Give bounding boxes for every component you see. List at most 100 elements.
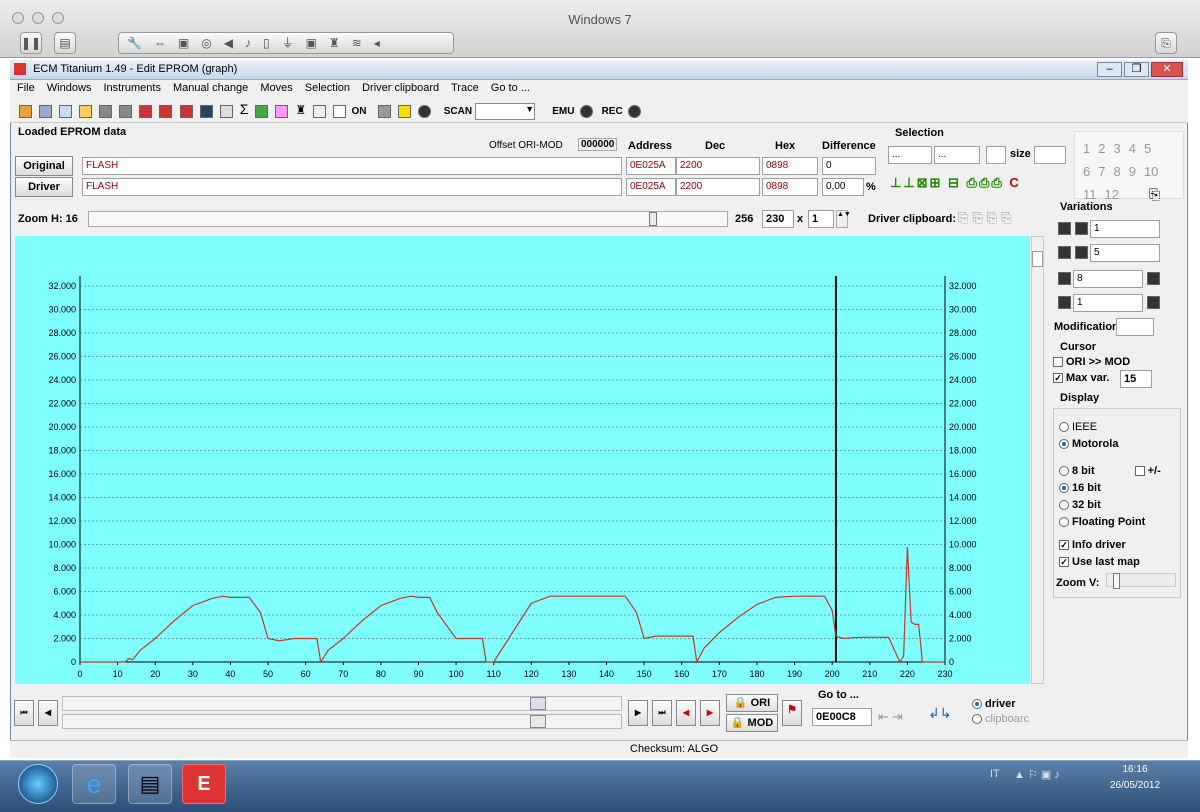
floating-point-radio[interactable] bbox=[1059, 517, 1069, 528]
driver-radio[interactable] bbox=[972, 699, 982, 710]
h-icon[interactable] bbox=[1147, 295, 1160, 309]
menu-goto[interactable]: Go to ... bbox=[491, 82, 530, 94]
zoom-mult[interactable]: 1 bbox=[808, 210, 834, 228]
max-var-value[interactable]: 15 bbox=[1120, 370, 1152, 388]
variation-1[interactable]: 1 bbox=[1090, 220, 1160, 238]
zoom-v-thumb[interactable] bbox=[1113, 573, 1120, 589]
graph-vscroll-thumb[interactable] bbox=[1032, 251, 1043, 267]
eprom-graph[interactable]: 0 02.000 2.0004.000 4.0006.000 6.0008.000 8.0… bbox=[15, 236, 1030, 684]
minimize-button[interactable]: – bbox=[1097, 62, 1122, 77]
checksum-icon[interactable] bbox=[139, 104, 153, 118]
on-label[interactable]: ON bbox=[351, 106, 366, 117]
size-field[interactable] bbox=[1034, 146, 1066, 164]
var-up-icon[interactable] bbox=[1058, 221, 1071, 235]
hscroll-top[interactable] bbox=[62, 696, 622, 711]
info-driver-checkbox[interactable]: ✓ bbox=[1059, 540, 1069, 551]
hscroll-bottom-thumb[interactable] bbox=[530, 715, 546, 728]
ie-taskbar-icon[interactable]: e bbox=[72, 764, 116, 804]
clipboard-radio[interactable] bbox=[972, 714, 982, 725]
hscroll-bottom[interactable] bbox=[62, 714, 622, 729]
home-icon[interactable] bbox=[19, 104, 32, 118]
16bit-radio[interactable] bbox=[1059, 483, 1069, 494]
variation-p[interactable]: 1 bbox=[1073, 294, 1143, 312]
prev-button[interactable]: ◀ bbox=[38, 700, 58, 726]
rec-icon[interactable] bbox=[627, 104, 641, 118]
use-last-map-checkbox[interactable]: ✓ bbox=[1059, 557, 1069, 568]
hscroll-top-thumb[interactable] bbox=[530, 697, 546, 710]
run-icon[interactable] bbox=[397, 104, 411, 118]
start-button[interactable] bbox=[18, 764, 58, 804]
ori-mod-checkbox[interactable] bbox=[1053, 357, 1063, 368]
lang-indicator[interactable]: IT bbox=[990, 768, 1000, 780]
on-icon[interactable] bbox=[333, 104, 347, 118]
max-var-checkbox[interactable]: ✓ bbox=[1053, 373, 1063, 384]
clipboard-icons[interactable]: ⎘⎘⎘⎘ bbox=[958, 210, 1016, 226]
original-button[interactable]: Original bbox=[15, 156, 73, 176]
ieee-radio[interactable] bbox=[1059, 422, 1069, 433]
driver-button[interactable]: Driver bbox=[15, 177, 73, 197]
goto-address[interactable]: 0E00C8 bbox=[812, 708, 872, 726]
restore-button[interactable]: ❐ bbox=[1124, 62, 1149, 77]
rec-label[interactable]: REC bbox=[602, 106, 623, 117]
zoom-h-slider[interactable] bbox=[88, 211, 728, 227]
prev-diff-button[interactable]: ◀ bbox=[676, 700, 696, 726]
zoom-v-slider[interactable] bbox=[1106, 573, 1176, 589]
selection-from[interactable]: ... bbox=[888, 146, 932, 164]
emu-label[interactable]: EMU bbox=[552, 106, 574, 117]
m-icon[interactable] bbox=[1147, 271, 1160, 285]
menu-driver-clipboard[interactable]: Driver clipboard bbox=[362, 82, 439, 94]
tray-icons[interactable]: ▲ ⚐ ▣ ♪ bbox=[1014, 768, 1060, 781]
compare-icon[interactable] bbox=[159, 104, 173, 118]
var-down-icon[interactable] bbox=[1075, 221, 1088, 235]
next-button[interactable]: ▶ bbox=[628, 700, 648, 726]
selection-extra[interactable] bbox=[986, 146, 1006, 164]
save-icon[interactable] bbox=[99, 104, 113, 118]
clock-date[interactable]: 26/05/2012 bbox=[1100, 780, 1170, 791]
page-7[interactable]: 7 bbox=[1098, 164, 1105, 179]
menu-file[interactable]: File bbox=[17, 82, 35, 94]
book-icon[interactable] bbox=[199, 104, 213, 118]
clock-time[interactable]: 16:16 bbox=[1110, 764, 1160, 775]
lock-icon[interactable] bbox=[377, 104, 391, 118]
scan-label[interactable]: SCAN bbox=[444, 106, 472, 117]
page-3[interactable]: 3 bbox=[1113, 141, 1120, 156]
transfer-icon[interactable]: ↲↳ bbox=[928, 705, 951, 722]
map-icon[interactable] bbox=[179, 104, 193, 118]
plus-minus-checkbox[interactable] bbox=[1134, 466, 1145, 477]
graph-icon[interactable] bbox=[275, 104, 289, 118]
sum-icon[interactable]: Σ bbox=[240, 101, 249, 117]
page-10[interactable]: 10 bbox=[1144, 164, 1158, 179]
selection-tools[interactable]: ⊥⊥⊠⊞ ⊟ ⎙⎙⎙ C bbox=[890, 175, 1021, 191]
pause-icon[interactable]: ❚❚ bbox=[20, 32, 42, 54]
goto-tools[interactable]: ⇤⇥ bbox=[878, 709, 906, 725]
p-icon[interactable] bbox=[1058, 295, 1071, 309]
explorer-taskbar-icon[interactable]: ▤ bbox=[128, 764, 172, 804]
host-toolbar[interactable]: 🔧⇔▣◎◀♪▯⏚▣♜≋◂ bbox=[118, 32, 454, 54]
menu-manual-change[interactable]: Manual change bbox=[173, 82, 248, 94]
menu-instruments[interactable]: Instruments bbox=[103, 82, 160, 94]
variation-2[interactable]: 5 bbox=[1090, 244, 1160, 262]
zoom-h-thumb[interactable] bbox=[649, 212, 657, 226]
graph-vscroll[interactable] bbox=[1031, 236, 1044, 684]
var-down2-icon[interactable] bbox=[1075, 245, 1088, 259]
paste-icon[interactable]: ⎘ bbox=[1149, 186, 1160, 202]
zoom-value[interactable]: 230 bbox=[762, 210, 794, 228]
edit-icon[interactable] bbox=[219, 104, 233, 118]
open-folder-icon[interactable] bbox=[79, 104, 93, 118]
table-icon[interactable] bbox=[59, 104, 73, 118]
windows-icon[interactable] bbox=[39, 104, 53, 118]
var-up2-icon[interactable] bbox=[1058, 245, 1071, 259]
8bit-radio[interactable] bbox=[1059, 466, 1069, 477]
mod-button[interactable]: 🔒 MOD bbox=[726, 714, 778, 732]
menu-windows[interactable]: Windows bbox=[47, 82, 92, 94]
record-icon[interactable] bbox=[417, 104, 431, 118]
next-diff-button[interactable]: ▶ bbox=[700, 700, 720, 726]
ori-button[interactable]: 🔒 ORI bbox=[726, 694, 778, 712]
ecm-taskbar-icon[interactable]: E bbox=[182, 764, 226, 804]
variation-a[interactable]: 8 bbox=[1073, 270, 1143, 288]
close-button[interactable]: ✕ bbox=[1151, 62, 1183, 77]
save-as-icon[interactable] bbox=[119, 104, 133, 118]
menu-trace[interactable]: Trace bbox=[451, 82, 479, 94]
page-12[interactable]: 12 bbox=[1105, 187, 1119, 202]
menu-moves[interactable]: Moves bbox=[260, 82, 292, 94]
